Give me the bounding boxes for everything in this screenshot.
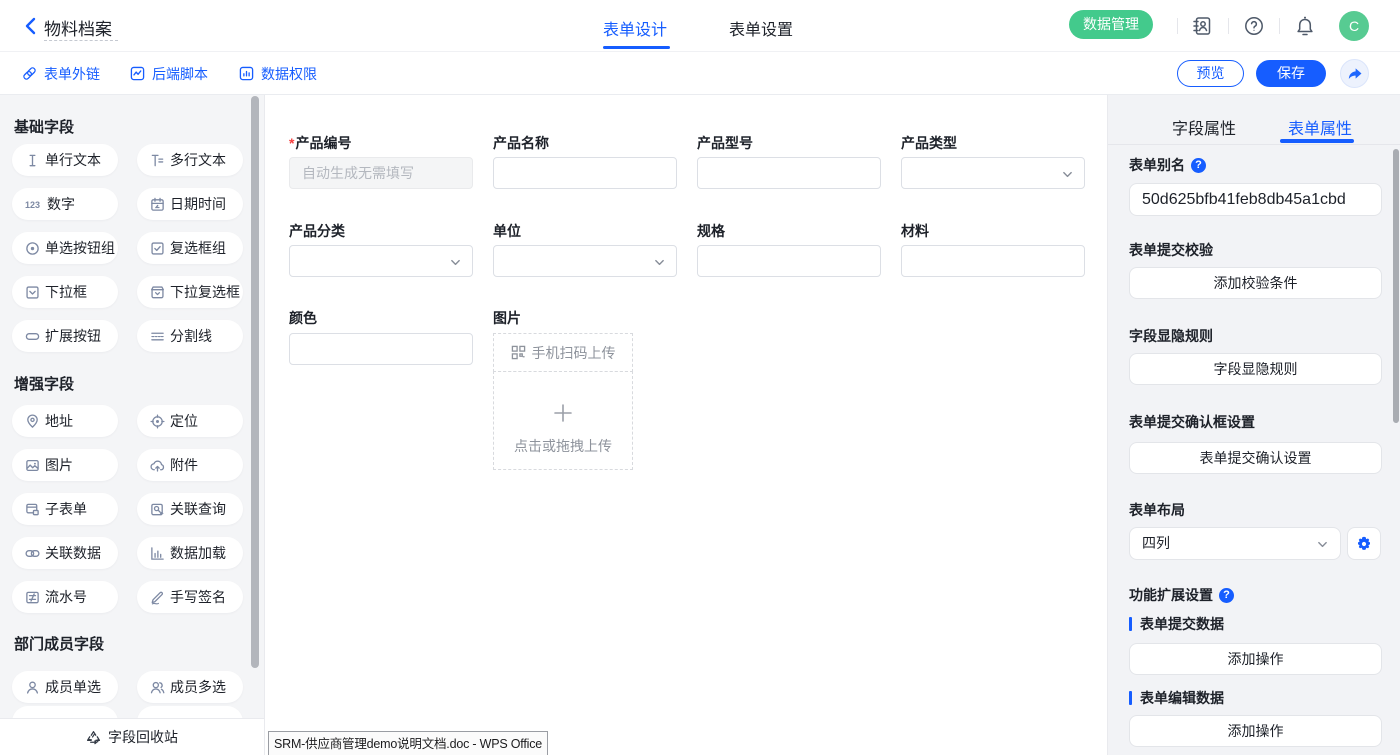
- svg-text:123: 123: [25, 200, 40, 210]
